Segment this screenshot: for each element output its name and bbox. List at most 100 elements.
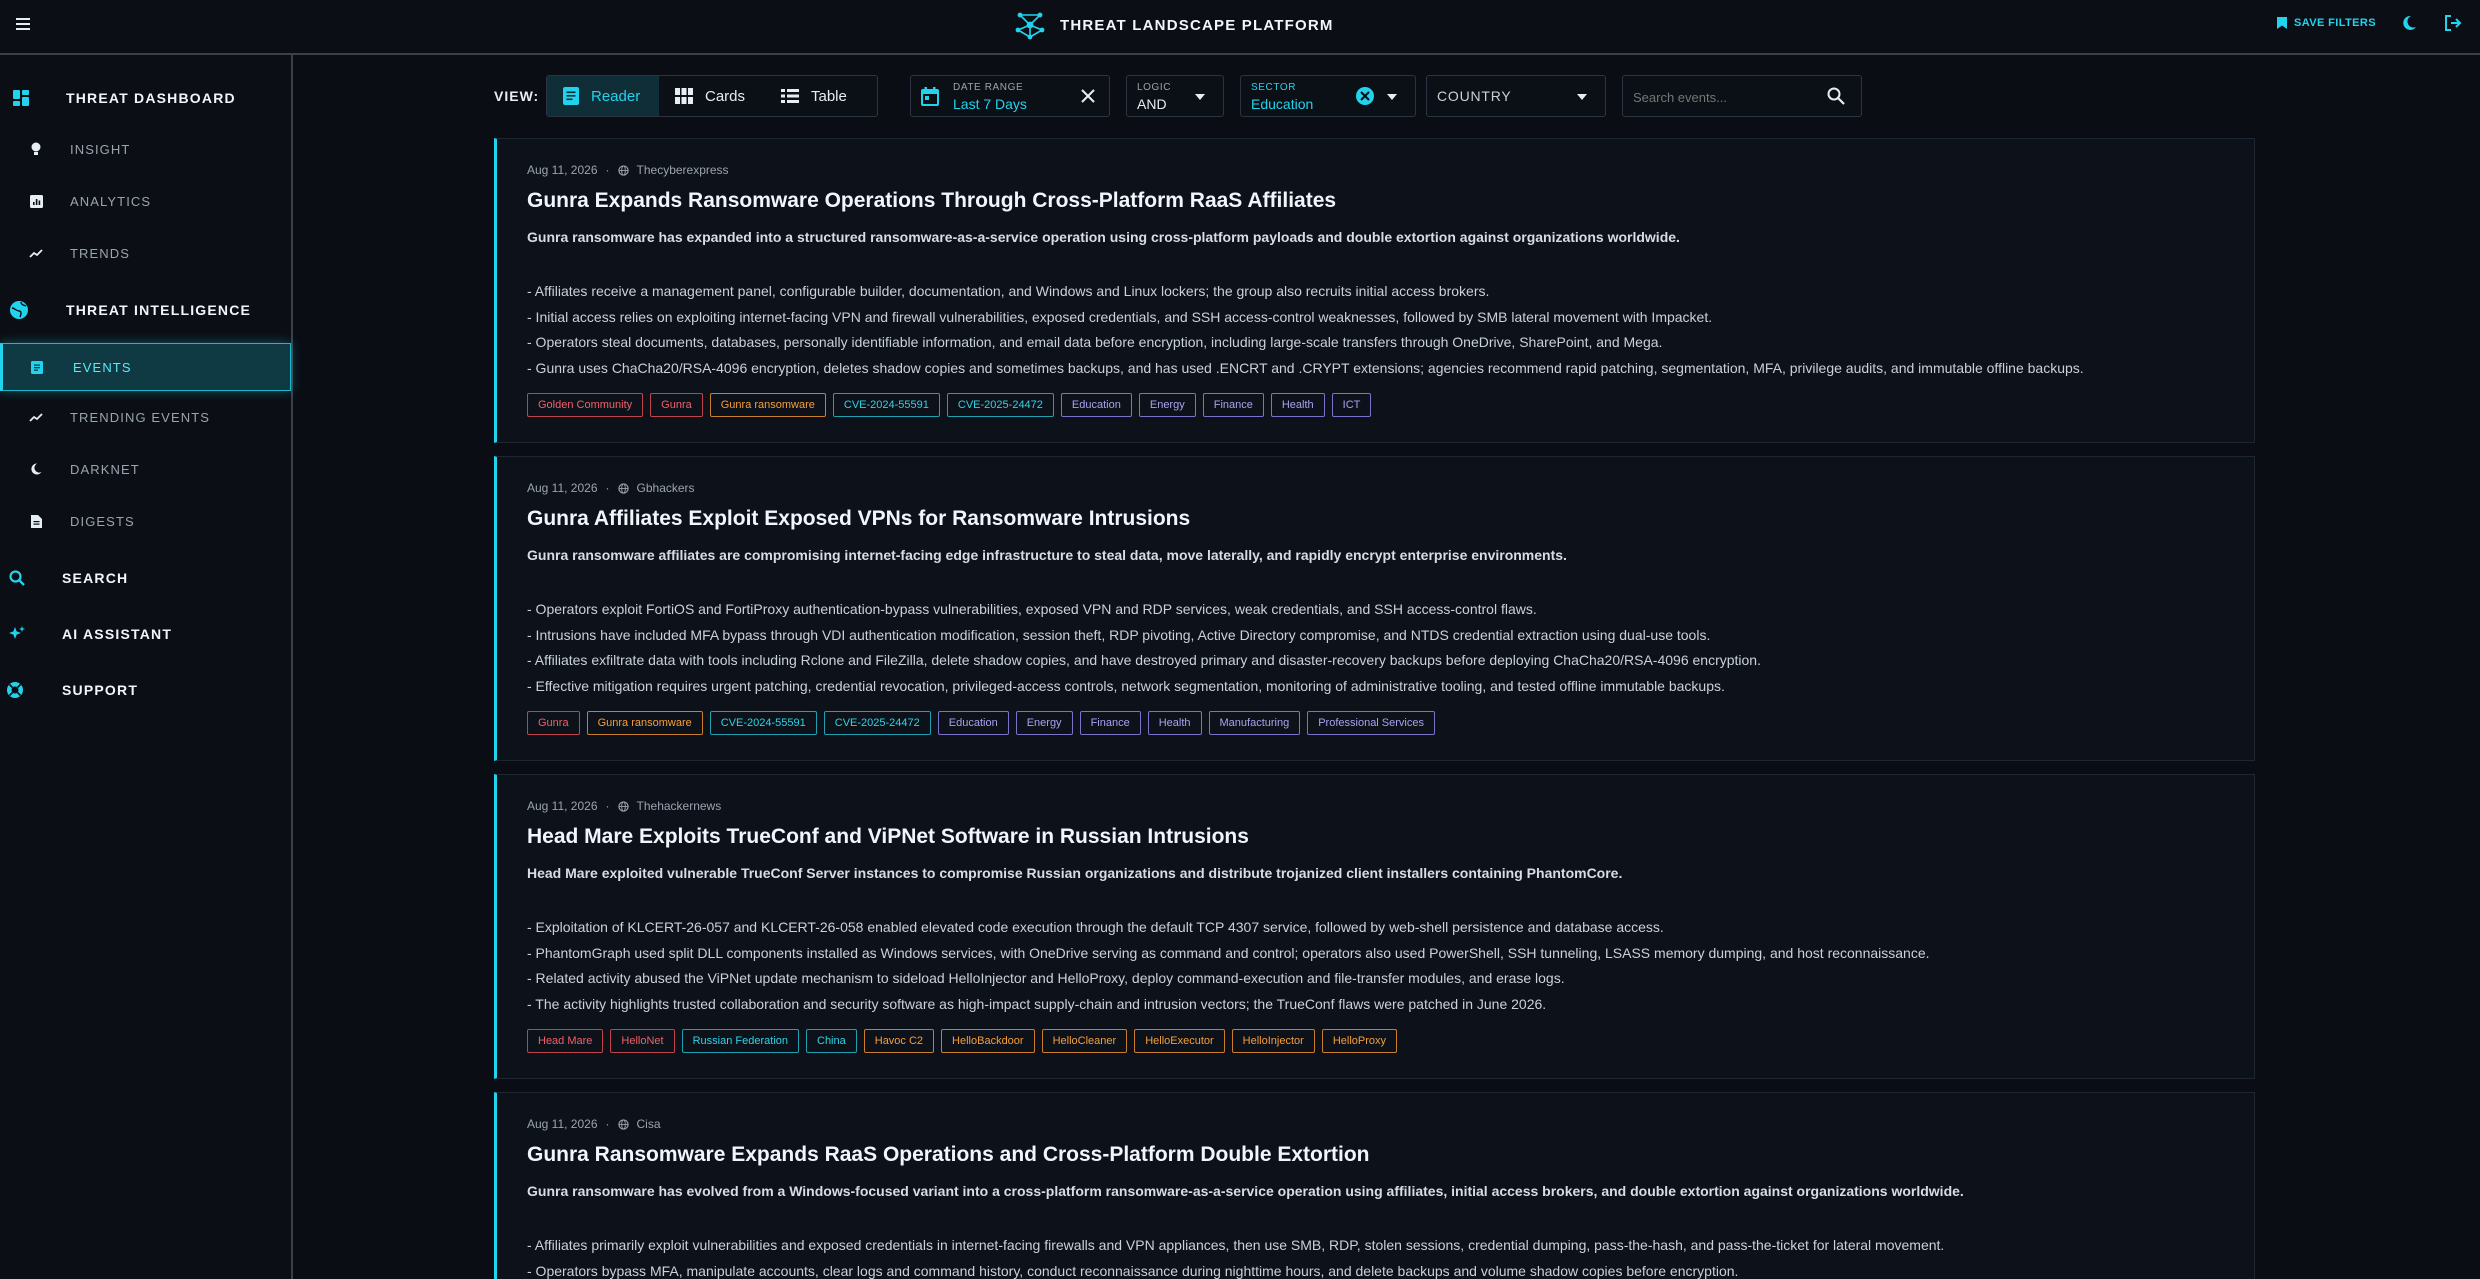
sidebar-item-digests[interactable]: DIGESTS [0,497,291,545]
sidebar-item-analytics[interactable]: ANALYTICS [0,177,291,225]
sector-select[interactable]: SECTOR Education [1240,75,1416,117]
view-cards-button[interactable]: Cards [659,76,765,116]
event-title[interactable]: Gunra Ransomware Expands RaaS Operations… [527,1143,1370,1167]
theme-toggle-button[interactable] [2398,12,2420,34]
trend-icon [28,245,44,261]
event-date: Aug 11, 2026 [527,799,598,813]
nav-group-ai-assistant[interactable]: AI ASSISTANT [0,618,291,650]
tag[interactable]: HelloBackdoor [941,1029,1035,1053]
search-input[interactable] [1633,86,1823,108]
logic-value: AND [1137,96,1167,112]
reader-icon [563,87,579,105]
tag[interactable]: Professional Services [1307,711,1435,735]
tag[interactable]: Health [1270,393,1325,417]
sidebar-item-events[interactable]: EVENTS [0,343,291,391]
nav-group-search[interactable]: SEARCH [0,562,291,594]
tag[interactable]: HelloNet [610,1029,675,1053]
tag[interactable]: Health [1147,711,1202,735]
search-icon [6,567,28,589]
grid-icon [675,88,693,104]
search-icon[interactable] [1827,87,1845,105]
event-card[interactable]: Aug 11, 2026 · Thecyberexpress Gunra Exp… [494,138,2255,443]
event-date: Aug 11, 2026 [527,1117,598,1131]
event-title[interactable]: Gunra Expands Ransomware Operations Thro… [527,189,1336,213]
tag[interactable]: China [806,1029,857,1053]
event-card[interactable]: Aug 11, 2026 · Thehackernews Head Mare E… [494,774,2255,1079]
event-title[interactable]: Head Mare Exploits TrueConf and ViPNet S… [527,825,1249,849]
nav-group-label: THREAT INTELLIGENCE [66,302,252,318]
date-range-field[interactable]: DATE RANGE Last 7 Days [910,75,1110,117]
tag[interactable]: Gunra [527,711,580,735]
event-title[interactable]: Gunra Affiliates Exploit Exposed VPNs fo… [527,507,1190,531]
network-logo-icon [1015,12,1045,40]
save-filters-button[interactable]: SAVE FILTERS [2276,16,2376,30]
event-date: Aug 11, 2026 [527,481,598,495]
view-cards-label: Cards [705,87,746,105]
logout-button[interactable] [2442,12,2464,34]
logic-select[interactable]: LOGIC AND [1126,75,1224,117]
nav-group-threat-intelligence[interactable]: THREAT INTELLIGENCE [0,294,291,326]
tag[interactable]: CVE-2025-24472 [946,393,1054,417]
tag[interactable]: Finance [1202,393,1264,417]
event-card[interactable]: Aug 11, 2026 · Cisa Gunra Ransomware Exp… [494,1092,2255,1279]
clear-icon[interactable] [1355,86,1375,106]
event-meta: Aug 11, 2026 · Cisa [527,1117,661,1131]
view-table-button[interactable]: Table [765,76,877,116]
calendar-icon [921,87,939,106]
event-card[interactable]: Aug 11, 2026 · Gbhackers Gunra Affiliate… [494,456,2255,761]
tag[interactable]: Education [937,711,1009,735]
tag[interactable]: CVE-2024-55591 [832,393,940,417]
tag[interactable]: Finance [1079,711,1141,735]
event-source: Cisa [636,1117,661,1131]
event-bullet: - PhantomGraph used split DLL components… [527,944,1930,961]
tag[interactable]: Russian Federation [681,1029,799,1053]
nav-group-threat-dashboard[interactable]: THREAT DASHBOARD [0,82,291,114]
save-filters-label: SAVE FILTERS [2293,17,2376,29]
tag[interactable]: HelloInjector [1231,1029,1315,1053]
tag[interactable]: Manufacturing [1208,711,1301,735]
date-range-label: DATE RANGE [953,82,1024,93]
tag[interactable]: HelloProxy [1321,1029,1397,1053]
tag[interactable]: CVE-2025-24472 [823,711,931,735]
event-bullet: - The activity highlights trusted collab… [527,995,1547,1012]
country-select[interactable]: COUNTRY [1426,75,1606,117]
sidebar-item-darknet[interactable]: DARKNET [0,445,291,493]
moon-icon [2403,15,2416,30]
logic-label: LOGIC [1137,82,1172,93]
tag[interactable]: Gunra ransomware [586,711,703,735]
top-bar: THREAT LANDSCAPE PLATFORM SAVE FILTERS [0,0,2480,55]
tag[interactable]: CVE-2024-55591 [709,711,817,735]
sidebar-item-trending-events[interactable]: TRENDING EVENTS [0,393,291,441]
event-bullet: - Affiliates primarily exploit vulnerabi… [527,1237,1945,1253]
table-icon [781,89,799,103]
tag[interactable]: Education [1060,393,1132,417]
close-icon[interactable] [1081,89,1095,103]
nav-group-support[interactable]: SUPPORT [0,674,291,706]
tag[interactable]: Energy [1138,393,1196,417]
sidebar-item-label: TRENDS [70,245,131,261]
event-tags: Head Mare HelloNet Russian Federation Ch… [527,1029,1397,1053]
tag[interactable]: Gunra ransomware [709,393,826,417]
tag[interactable]: Gunra [650,393,703,417]
tag[interactable]: HelloExecutor [1134,1029,1225,1053]
search-box [1622,75,1862,117]
menu-icon[interactable] [12,15,34,37]
sector-label: SECTOR [1251,82,1297,93]
event-bullet: - Affiliates exfiltrate data with tools … [527,652,1761,668]
tag[interactable]: Energy [1015,711,1073,735]
tag[interactable]: HelloCleaner [1041,1029,1128,1053]
lightbulb-icon [28,141,44,157]
tag[interactable]: Golden Community [527,393,644,417]
chevron-down-icon [1387,94,1397,100]
tag[interactable]: ICT [1331,393,1372,417]
event-summary: Head Mare exploited vulnerable TrueConf … [527,865,1623,881]
tag[interactable]: Havoc C2 [863,1029,935,1053]
view-reader-button[interactable]: Reader [547,76,659,116]
sidebar-item-insight[interactable]: INSIGHT [0,125,291,173]
tag[interactable]: Head Mare [527,1029,604,1053]
sidebar-item-trends[interactable]: TRENDS [0,229,291,277]
event-summary: Gunra ransomware affiliates are compromi… [527,547,1567,563]
globe-icon [617,1118,629,1130]
event-bullet: - Operators bypass MFA, manipulate accou… [527,1262,1739,1279]
lifebuoy-icon [4,679,26,701]
